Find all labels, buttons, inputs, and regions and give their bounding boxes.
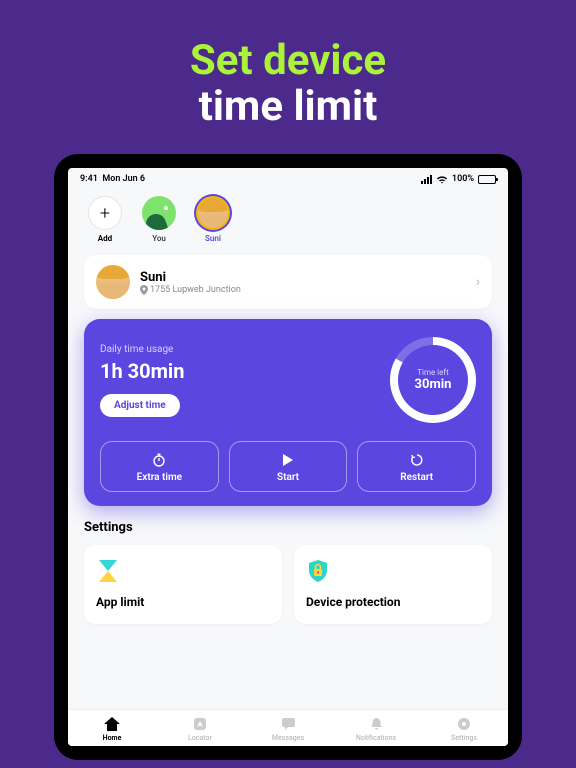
ring-label: Time left — [417, 368, 449, 377]
add-label: Add — [98, 234, 112, 243]
status-time: 9:41 — [80, 174, 98, 184]
tablet-screen: 9:41 Mon Jun 6 100% + Add You Suni — [68, 168, 508, 746]
settings-title: Settings — [84, 520, 492, 535]
stopwatch-icon — [152, 452, 166, 468]
hero-line1: Set device — [0, 38, 576, 84]
add-profile-button[interactable]: + Add — [84, 196, 126, 243]
tab-messages[interactable]: Messages — [244, 716, 332, 742]
tab-notifications-label: Notifications — [356, 734, 396, 742]
avatar-you — [142, 196, 176, 230]
tab-notifications[interactable]: Notifications — [332, 716, 420, 742]
bell-icon — [370, 716, 383, 732]
profile-label-suni: Suni — [205, 234, 221, 243]
extra-time-button[interactable]: Extra time — [100, 441, 219, 492]
avatar-suni — [196, 196, 230, 230]
shield-icon — [306, 559, 330, 583]
tab-bar: Home Locator Messages Notifications Sett… — [68, 709, 508, 746]
tab-messages-label: Messages — [272, 734, 304, 742]
device-protection-label: Device protection — [306, 595, 480, 609]
locator-icon — [193, 716, 207, 732]
settings-section: Settings App limit Device protection — [84, 520, 492, 623]
usage-value: 1h 30min — [100, 359, 184, 383]
profile-suni[interactable]: Suni — [192, 196, 234, 243]
time-usage-card: Daily time usage 1h 30min Adjust time Ti… — [84, 319, 492, 506]
adjust-time-button[interactable]: Adjust time — [100, 394, 180, 417]
profile-card-info: Suni 1755 Lupweb Junction — [140, 270, 466, 295]
profile-card-name: Suni — [140, 270, 466, 285]
hero-title: Set device time limit — [0, 0, 576, 154]
tab-home-label: Home — [103, 734, 122, 742]
tab-settings[interactable]: Settings — [420, 716, 508, 742]
wifi-icon — [436, 175, 448, 184]
battery-percent: 100% — [452, 174, 474, 184]
device-protection-card[interactable]: Device protection — [294, 545, 492, 623]
location-text: 1755 Lupweb Junction — [150, 285, 241, 295]
app-limit-card[interactable]: App limit — [84, 545, 282, 623]
gear-icon — [457, 716, 471, 732]
time-left-ring: Time left 30min — [390, 337, 476, 423]
ring-value: 30min — [415, 377, 452, 392]
profile-card-location: 1755 Lupweb Junction — [140, 285, 466, 295]
status-date: Mon Jun 6 — [102, 174, 145, 184]
play-icon — [282, 452, 294, 468]
battery-icon — [478, 175, 496, 184]
profile-label-you: You — [152, 234, 166, 243]
location-pin-icon — [140, 285, 148, 295]
home-icon — [104, 716, 120, 732]
status-right: 100% — [421, 174, 496, 184]
tab-settings-label: Settings — [451, 734, 477, 742]
restart-button[interactable]: Restart — [357, 441, 476, 492]
app-limit-label: App limit — [96, 595, 270, 609]
signal-icon — [421, 175, 432, 184]
restart-icon — [410, 452, 424, 468]
restart-label: Restart — [400, 472, 433, 483]
tab-locator-label: Locator — [188, 734, 212, 742]
start-label: Start — [277, 472, 299, 483]
hero-line2: time limit — [0, 84, 576, 130]
tablet-frame: 9:41 Mon Jun 6 100% + Add You Suni — [54, 154, 522, 760]
tab-locator[interactable]: Locator — [156, 716, 244, 742]
hourglass-icon — [96, 559, 120, 583]
plus-icon: + — [88, 196, 122, 230]
avatar — [96, 265, 130, 299]
profile-you[interactable]: You — [138, 196, 180, 243]
usage-label: Daily time usage — [100, 344, 184, 355]
status-bar: 9:41 Mon Jun 6 100% — [68, 168, 508, 186]
tab-home[interactable]: Home — [68, 716, 156, 742]
profile-row: + Add You Suni — [68, 186, 508, 249]
start-button[interactable]: Start — [229, 441, 348, 492]
status-left: 9:41 Mon Jun 6 — [80, 174, 145, 184]
chevron-right-icon: › — [476, 274, 480, 290]
extra-time-label: Extra time — [137, 472, 182, 483]
profile-card[interactable]: Suni 1755 Lupweb Junction › — [84, 255, 492, 309]
messages-icon — [281, 716, 296, 732]
